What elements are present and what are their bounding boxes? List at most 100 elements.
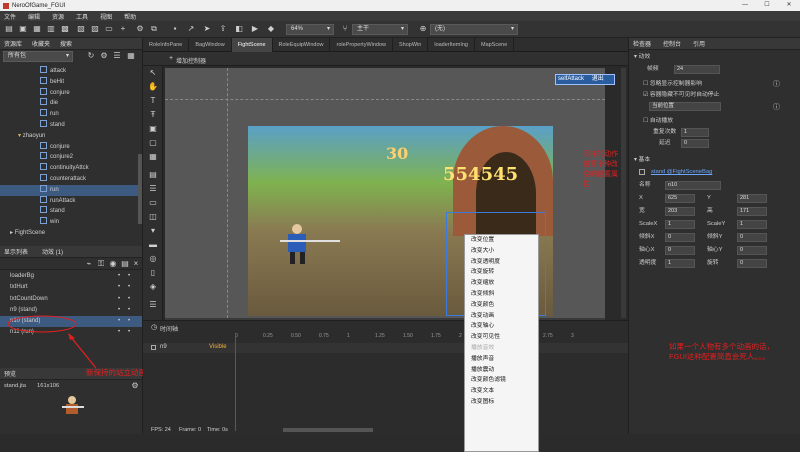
name-input[interactable]: n10 — [665, 181, 721, 190]
frame-rate-select[interactable]: 24 — [674, 65, 720, 74]
lock-toggle-icon[interactable]: • — [128, 294, 130, 305]
context-menu-item[interactable]: 改变缩放 — [465, 278, 538, 289]
context-menu-item[interactable]: 改变位置 — [465, 235, 538, 246]
sx-input[interactable]: 1 — [665, 220, 695, 229]
send-icon[interactable]: ➤ — [202, 24, 212, 34]
timeline-ruler[interactable]: 00.250.500.7511.251.501.7522.252.52.753 — [235, 333, 610, 342]
rich-text-icon[interactable]: Ŧ — [148, 110, 158, 120]
combo-tool-icon[interactable]: ▾ — [148, 226, 158, 236]
menu-assets[interactable]: 资源 — [52, 12, 64, 21]
tree-item[interactable]: conjure — [0, 142, 138, 153]
w-input[interactable]: 203 — [665, 207, 695, 216]
tree-item[interactable]: beHit — [0, 77, 138, 88]
display-list-item[interactable]: txtCountDown • • — [0, 294, 142, 305]
stage-vscroll[interactable] — [621, 68, 626, 318]
eye-toggle-icon[interactable]: • — [118, 271, 120, 282]
settings-icon[interactable]: ⚙ — [135, 24, 145, 34]
new-icon[interactable]: ▤ — [4, 24, 14, 34]
display-list-item[interactable]: txtHurt • • — [0, 282, 142, 293]
tree-item[interactable]: conjure — [0, 88, 138, 99]
package-filter-select[interactable]: 所有包 — [3, 51, 73, 62]
tree-item[interactable]: die — [0, 98, 138, 109]
slider-tool-icon[interactable]: ◎ — [148, 254, 158, 264]
alpha-input[interactable]: 1 — [665, 259, 695, 268]
document-tab[interactable]: FightScene — [231, 38, 273, 52]
lock-toggle-icon[interactable]: • — [128, 327, 130, 338]
playhead[interactable] — [235, 333, 236, 431]
open-icon[interactable]: ▣ — [18, 24, 28, 34]
close-small-icon[interactable]: × — [131, 259, 141, 269]
y-input[interactable]: 281 — [737, 194, 767, 203]
menu-view[interactable]: 视图 — [100, 12, 112, 21]
display-list-item[interactable]: loaderBg • • — [0, 271, 142, 282]
branch-icon[interactable]: ⑂ — [340, 24, 350, 34]
display-list-item[interactable]: n11 (run) • • — [0, 327, 142, 338]
document-tab[interactable]: loaderItemIng — [428, 38, 475, 52]
anim-section-header[interactable]: ▾ 动效 — [634, 52, 650, 62]
document-tab[interactable]: BagWindow — [189, 38, 232, 52]
grid-view-icon[interactable]: ▦ — [126, 51, 136, 61]
library-tab[interactable]: 资源库 — [4, 39, 22, 48]
lock-toggle-icon[interactable]: • — [128, 282, 130, 293]
refresh-icon[interactable]: ↻ — [86, 51, 96, 61]
stage-canvas[interactable]: selfAttack 退出 554545 30 — [165, 68, 615, 318]
tree-item[interactable]: attack — [0, 66, 138, 77]
close-button[interactable]: ✕ — [778, 0, 800, 11]
maximize-button[interactable]: ☐ — [756, 0, 778, 11]
exit-label[interactable]: 退出 — [592, 76, 604, 82]
list-tool-icon[interactable]: ☰ — [148, 184, 158, 194]
layout-icon[interactable]: ▥ — [46, 24, 56, 34]
context-menu-item[interactable]: 改变图标 — [465, 397, 538, 408]
document-tab[interactable]: RoleInfoPane — [143, 38, 190, 52]
menu-file[interactable]: 文件 — [4, 12, 16, 21]
zoom-select[interactable]: 64% — [286, 24, 334, 35]
autoplay-row[interactable]: ☐ 自动播放 — [643, 116, 673, 126]
lock-toggle-icon[interactable]: • — [128, 271, 130, 282]
menu-edit[interactable]: 编辑 — [28, 12, 40, 21]
context-menu-item[interactable]: 改变文本 — [465, 386, 538, 397]
document-tab[interactable]: rolePropertyWindow — [330, 38, 394, 52]
context-menu-item[interactable]: 播放声音 — [465, 354, 538, 365]
controller-tab[interactable]: 控制台 — [663, 39, 681, 48]
eye-toggle-icon[interactable]: • — [118, 327, 120, 338]
progress-tool-icon[interactable]: ▬ — [148, 240, 158, 250]
save-icon[interactable]: ▪ — [170, 24, 180, 34]
context-menu-item[interactable]: 改变大小 — [465, 246, 538, 257]
pointer-icon[interactable]: ↖ — [148, 68, 158, 78]
link-icon[interactable]: ⌁ — [84, 259, 94, 269]
py-input[interactable]: 0 — [737, 246, 767, 255]
context-menu-item[interactable]: 改变颜色滤镜 — [465, 375, 538, 386]
display-list-item[interactable]: n9 (stand) • • — [0, 305, 142, 316]
publish-icon[interactable]: ↗ — [186, 24, 196, 34]
delay-input[interactable]: 0 — [681, 139, 709, 148]
info-icon[interactable]: ⓘ — [773, 102, 780, 112]
menu-help[interactable]: 帮助 — [124, 12, 136, 21]
display-list-tab[interactable]: 显示列表 — [4, 247, 28, 256]
component-tool-icon[interactable]: ◈ — [148, 282, 158, 292]
tree-item[interactable]: conjure2 — [0, 152, 138, 163]
tree-scrollbar[interactable] — [138, 154, 142, 224]
export-icon[interactable]: ⇪ — [218, 24, 228, 34]
loader-icon[interactable]: ▤ — [148, 170, 158, 180]
folder-icon[interactable]: ▭ — [104, 24, 114, 34]
preview-icon[interactable]: ◧ — [234, 24, 244, 34]
x-input[interactable]: 625 — [665, 194, 695, 203]
context-menu-item[interactable]: 改变轴心 — [465, 321, 538, 332]
minimize-button[interactable]: — — [734, 0, 756, 11]
image-icon[interactable]: ▨ — [90, 24, 100, 34]
lock-icon[interactable]: ⚿ — [96, 259, 106, 269]
layers-icon[interactable]: ▤ — [120, 259, 130, 269]
grid-tool-icon[interactable]: ▦ — [148, 152, 158, 162]
platform-select[interactable]: 主干 — [352, 24, 408, 35]
eye-toggle-icon[interactable]: • — [118, 294, 120, 305]
plus-icon[interactable]: + — [169, 55, 173, 62]
document-tab[interactable]: MapScene — [475, 38, 515, 52]
target-icon[interactable]: ⊕ — [418, 24, 428, 34]
px-input[interactable]: 0 — [665, 246, 695, 255]
grid-icon[interactable]: ▩ — [60, 24, 70, 34]
ignore-controller-row[interactable]: ☐ 忽略显示控制器影响 — [643, 79, 702, 89]
scroll-tool-icon[interactable]: ▯ — [148, 268, 158, 278]
h-input[interactable]: 171 — [737, 207, 767, 216]
stop-position-select[interactable]: 当前位置 — [649, 102, 721, 111]
add-controller-button[interactable]: 增加控制器 — [176, 56, 206, 65]
